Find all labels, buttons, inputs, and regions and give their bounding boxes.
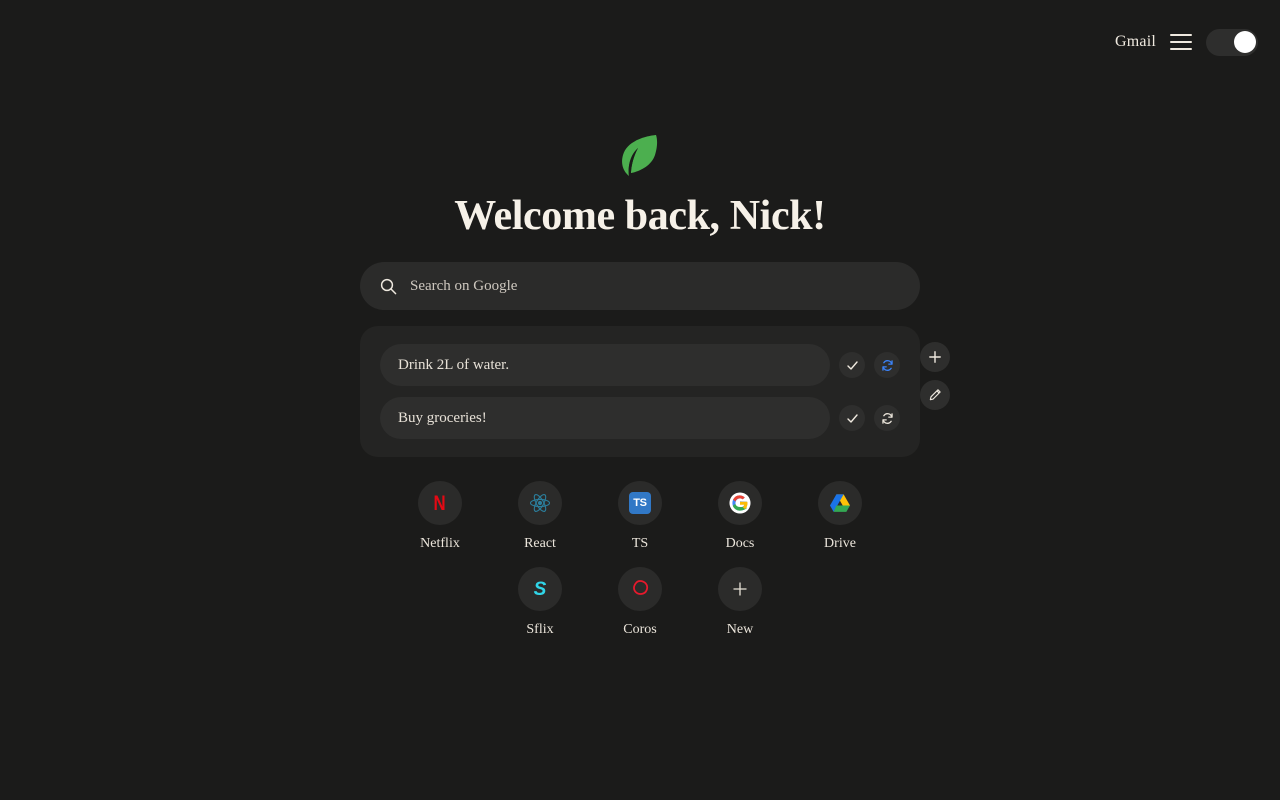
shortcut-docs[interactable]: Docs — [704, 481, 776, 552]
typescript-icon: TS — [629, 492, 651, 515]
page-title: Welcome back, Nick! — [454, 193, 826, 239]
todo-complete-button-1[interactable] — [839, 405, 865, 432]
main-content: Welcome back, Nick! Search on Google Dri… — [0, 0, 1280, 638]
shortcut-label: Netflix — [420, 536, 460, 552]
shortcuts-grid: N Netflix React TS TS Docs Drive S Sflix… — [340, 481, 940, 638]
netflix-icon: N — [433, 491, 447, 515]
plus-icon — [929, 351, 941, 364]
google-docs-icon — [729, 492, 751, 514]
shortcut-new[interactable]: New — [704, 567, 776, 638]
react-icon — [529, 494, 551, 513]
shortcut-tile — [818, 481, 862, 526]
shortcut-label: New — [726, 622, 754, 638]
edit-todos-button[interactable] — [920, 380, 950, 411]
shortcut-label: React — [524, 536, 556, 552]
shortcut-label: Sflix — [526, 622, 554, 638]
search-icon — [380, 278, 397, 295]
todo-input-1[interactable] — [380, 397, 830, 440]
shortcut-label: Docs — [725, 536, 755, 552]
shortcut-label: Coros — [623, 622, 657, 638]
shortcut-sflix[interactable]: S Sflix — [504, 567, 576, 638]
todo-repeat-button-0[interactable] — [874, 352, 900, 379]
refresh-icon — [881, 412, 893, 424]
pencil-icon — [929, 389, 941, 401]
todo-row — [380, 397, 900, 440]
shortcut-tile: S — [518, 567, 562, 612]
google-drive-icon — [830, 494, 850, 513]
shortcut-tile: N — [418, 481, 462, 526]
check-icon — [846, 360, 858, 370]
leaf-logo-icon — [622, 135, 658, 176]
sflix-icon: S — [533, 578, 547, 600]
plus-icon — [733, 582, 747, 596]
shortcut-drive[interactable]: Drive — [804, 481, 876, 552]
shortcut-row-2: S Sflix Coros New — [504, 567, 776, 638]
todo-input-0[interactable] — [380, 344, 830, 387]
coros-icon — [633, 580, 649, 596]
todo-side-actions — [920, 342, 950, 411]
todo-complete-button-0[interactable] — [839, 352, 865, 379]
shortcut-coros[interactable]: Coros — [604, 567, 676, 638]
refresh-icon — [881, 359, 893, 371]
todo-card — [360, 326, 920, 458]
todo-region — [330, 326, 950, 458]
shortcut-react[interactable]: React — [504, 481, 576, 552]
shortcut-tile — [718, 481, 762, 526]
shortcut-tile — [518, 481, 562, 526]
shortcut-label: TS — [631, 536, 649, 552]
todo-repeat-button-1[interactable] — [874, 405, 900, 432]
shortcut-tile — [618, 567, 662, 612]
todo-row — [380, 344, 900, 387]
search-input[interactable] — [410, 277, 900, 295]
shortcut-ts[interactable]: TS TS — [604, 481, 676, 552]
shortcut-label: Drive — [824, 536, 856, 552]
shortcut-row-1: N Netflix React TS TS Docs Drive — [404, 481, 876, 552]
shortcut-netflix[interactable]: N Netflix — [404, 481, 476, 552]
search-bar[interactable] — [360, 262, 920, 311]
shortcut-tile: TS — [618, 481, 662, 526]
add-todo-button[interactable] — [920, 342, 950, 373]
shortcut-tile — [718, 567, 762, 612]
check-icon — [846, 413, 858, 423]
